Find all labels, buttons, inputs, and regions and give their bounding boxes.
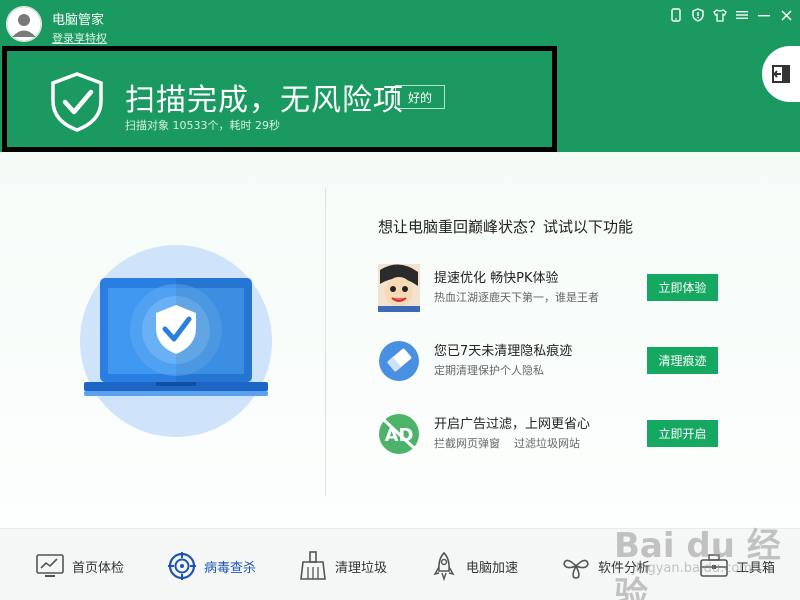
laptop-shield-illustration (78, 230, 274, 452)
broom-icon (297, 550, 329, 582)
menu-icon[interactable] (734, 6, 750, 24)
monitor-chart-icon (34, 550, 66, 582)
watermark-url: jingyan.baidu.com (632, 561, 752, 576)
suggestion-name: 开启广告过滤，上网更省心 (434, 417, 591, 432)
login-link[interactable]: 登录享特权 (52, 30, 107, 46)
nav-label: 病毒查杀 (204, 560, 257, 576)
enable-now-button[interactable]: 立即开启 (647, 420, 718, 447)
rocket-icon (428, 550, 460, 582)
shield-check-icon (49, 71, 105, 133)
suggestion-item-adblock: AD 开启广告过滤，上网更省心 拦截网页弹窗 过滤垃圾网站 立即开启 (378, 410, 738, 458)
scan-result-title: 扫描完成，无风险项 (125, 83, 404, 118)
scan-result-banner: 扫描完成，无风险项 好的 扫描对象 10533个，耗时 29秒 (2, 46, 557, 152)
avatar[interactable] (6, 6, 42, 42)
content-divider (325, 188, 326, 496)
suggestion-item-privacy: 您已7天未清理隐私痕迹 定期清理保护个人隐私 清理痕迹 (378, 337, 738, 385)
software-icon (560, 550, 592, 582)
nav-item-virus-scan[interactable]: 病毒查杀 (166, 549, 256, 583)
virus-scan-icon (166, 550, 198, 582)
shield-icon[interactable] (690, 6, 706, 24)
eraser-icon (378, 337, 420, 385)
close-icon[interactable] (778, 6, 794, 24)
nav-item-home-checkup[interactable]: 首页体检 (34, 549, 124, 583)
clean-traces-button[interactable]: 清理痕迹 (647, 347, 718, 374)
game-avatar-icon (378, 264, 420, 312)
suggestion-name: 提速优化 畅快PK体验 (434, 271, 559, 286)
baidu-jingyan-watermark: Bai du 经验 jingyan.baidu.com (612, 514, 798, 600)
suggestions-title: 想让电脑重回巅峰状态？试试以下功能 (378, 218, 634, 236)
phone-icon[interactable] (668, 6, 684, 24)
exit-panel-icon (772, 65, 790, 83)
collapse-panel-button[interactable] (762, 46, 800, 102)
nav-label: 电脑加速 (466, 560, 519, 576)
suggestion-name: 您已7天未清理隐私痕迹 (434, 344, 573, 359)
nav-item-clean-junk[interactable]: 清理垃圾 (297, 549, 387, 583)
app-window: 电脑管家 登录享特权 扫描完成，无风险项 好的 扫描对象 10533个，耗时 2… (0, 0, 800, 600)
ad-block-icon: AD (378, 410, 420, 458)
user-avatar-icon (6, 6, 42, 42)
minimize-icon[interactable] (756, 6, 772, 24)
scan-result-summary: 扫描对象 10533个，耗时 29秒 (125, 119, 280, 132)
suggestion-desc: 拦截网页弹窗 过滤垃圾网站 (434, 437, 580, 450)
app-name: 电脑管家 (52, 13, 105, 28)
suggestion-item-speedup: 提速优化 畅快PK体验 热血江湖逐鹿天下第一，谁是王者 立即体验 (378, 264, 738, 312)
skin-icon[interactable] (712, 6, 728, 24)
nav-item-speedup[interactable]: 电脑加速 (428, 549, 518, 583)
title-bar: 电脑管家 登录享特权 (0, 0, 800, 46)
window-controls (668, 6, 794, 24)
nav-label: 清理垃圾 (335, 560, 388, 576)
suggestion-desc: 热血江湖逐鹿天下第一，谁是王者 (434, 291, 599, 304)
try-now-button[interactable]: 立即体验 (647, 274, 718, 301)
ok-button[interactable]: 好的 (395, 85, 445, 109)
nav-label: 首页体检 (72, 560, 125, 576)
suggestion-desc: 定期清理保护个人隐私 (434, 364, 544, 377)
watermark-brand: Bai du 经验 (614, 526, 781, 600)
